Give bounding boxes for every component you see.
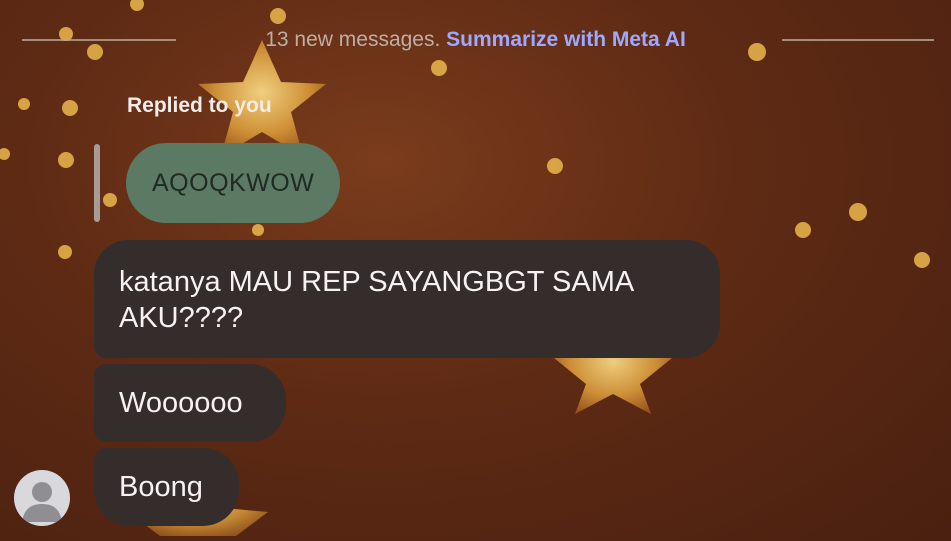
replied-to-you-label: Replied to you bbox=[127, 94, 272, 117]
reply-indicator-bar bbox=[94, 144, 100, 222]
new-messages-banner: 13 new messages. Summarize with Meta AI bbox=[0, 28, 951, 52]
sender-avatar[interactable] bbox=[14, 470, 70, 526]
default-user-avatar-icon bbox=[22, 482, 62, 522]
message-text-line: katanya MAU REP SAYANGBGT SAMA bbox=[119, 266, 635, 298]
message-text: Boong bbox=[119, 471, 203, 503]
summarize-with-meta-ai-link[interactable]: Summarize with Meta AI bbox=[446, 28, 686, 51]
quoted-message-text: AQOQKWOW bbox=[152, 168, 315, 197]
quoted-message-bubble[interactable]: AQOQKWOW bbox=[126, 143, 341, 223]
message-bubble[interactable]: Boong bbox=[94, 448, 239, 526]
new-messages-count: 13 new messages. bbox=[265, 28, 441, 51]
message-text-line: AKU???? bbox=[119, 302, 244, 334]
message-bubble[interactable]: Woooooo bbox=[94, 364, 286, 442]
message-text: Woooooo bbox=[119, 387, 243, 419]
message-bubble[interactable]: katanya MAU REP SAYANGBGT SAMA AKU???? bbox=[94, 240, 720, 358]
